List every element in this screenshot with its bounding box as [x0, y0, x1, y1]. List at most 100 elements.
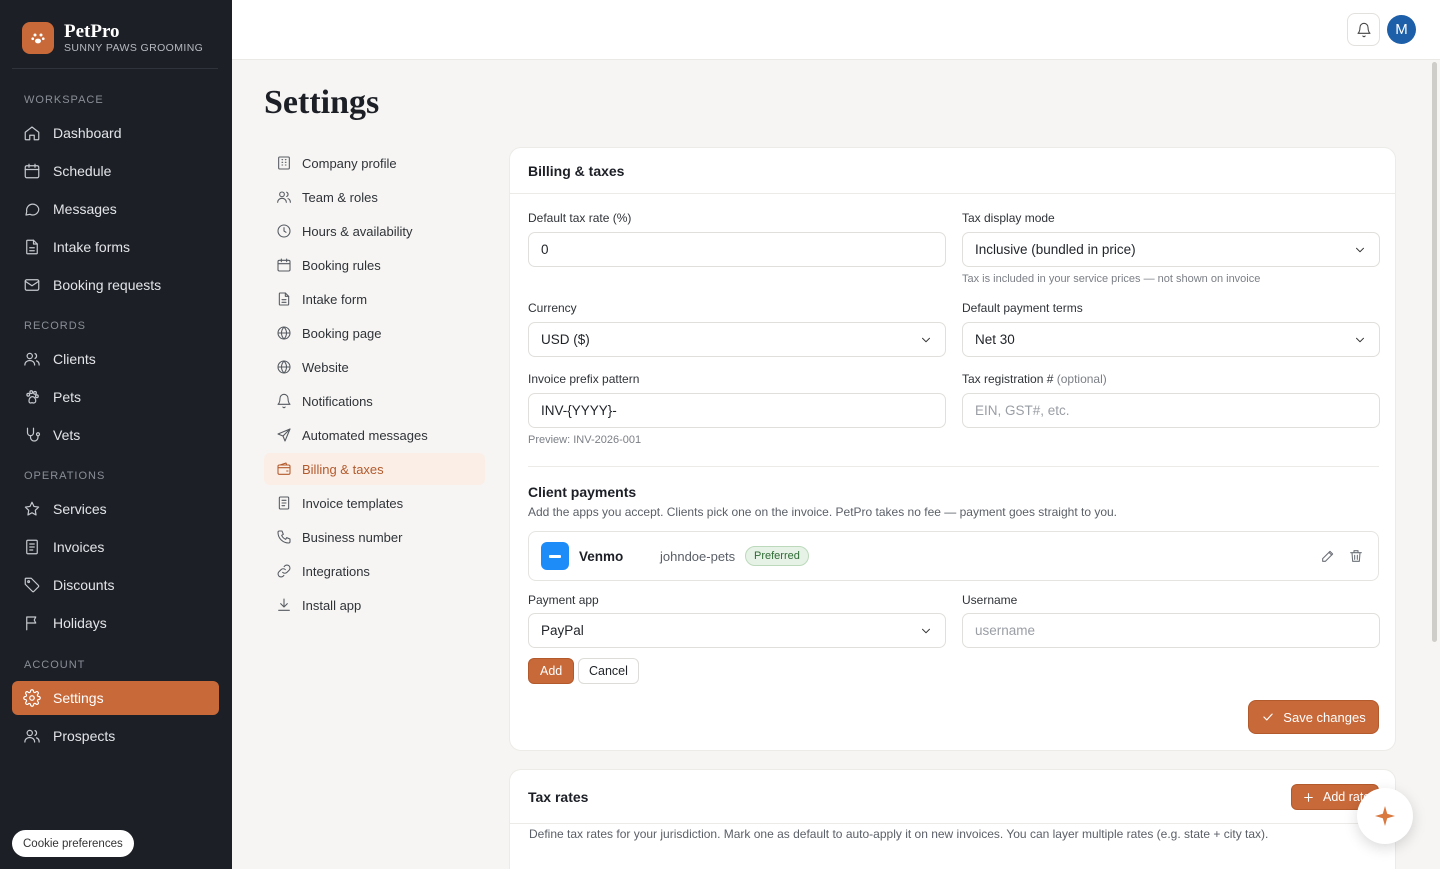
save-changes-button[interactable]: Save changes	[1248, 700, 1379, 734]
currency-label: Currency	[528, 301, 577, 315]
currency-value: USD ($)	[541, 332, 590, 347]
tax-display-select[interactable]: Inclusive (bundled in price)	[962, 232, 1380, 267]
section-divider	[528, 466, 1379, 467]
edit-icon[interactable]	[1320, 548, 1336, 564]
payment-method-name: Venmo	[579, 549, 624, 564]
sidebar-item-clients[interactable]: Clients	[12, 342, 219, 376]
sidebar-item-label: Clients	[53, 351, 96, 367]
settings-nav-label: Booking page	[302, 325, 382, 341]
billing-taxes-card: Billing & taxes Default tax rate (%) Tax…	[509, 147, 1396, 751]
sidebar-item-label: Messages	[53, 201, 117, 217]
sidebar-item-services[interactable]: Services	[12, 492, 219, 526]
sidebar-item-label: Pets	[53, 389, 82, 405]
currency-select[interactable]: USD ($)	[528, 322, 946, 357]
chevron-down-icon	[1356, 337, 1364, 343]
tax-display-label: Tax display mode	[962, 211, 1055, 225]
brand[interactable]: PetPro SUNNY PAWS GROOMING	[22, 22, 203, 54]
settings-nav-label: Business number	[302, 529, 403, 545]
avatar[interactable]: M	[1387, 15, 1416, 44]
chevron-down-icon	[922, 337, 930, 343]
sidebar-item-label: Booking requests	[53, 277, 162, 293]
link-icon	[277, 564, 291, 578]
sidebar-item-holidays[interactable]: Holidays	[12, 606, 219, 640]
settings-nav-label: Integrations	[302, 563, 370, 579]
settings-nav-invoice-templates[interactable]: Invoice templates	[264, 487, 485, 519]
invoice-prefix-input[interactable]	[528, 393, 946, 428]
sidebar-item-intake-forms[interactable]: Intake forms	[12, 230, 219, 264]
settings-nav-company-profile[interactable]: Company profile	[264, 147, 485, 179]
payment-terms-select[interactable]: Net 30	[962, 322, 1380, 357]
payment-app-select[interactable]: PayPal	[528, 613, 946, 648]
sidebar-item-booking-requests[interactable]: Booking requests	[12, 268, 219, 302]
cookie-preferences-button[interactable]: Cookie preferences	[12, 830, 134, 857]
settings-nav-automated-messages[interactable]: Automated messages	[264, 419, 485, 451]
sparkle-icon	[1375, 806, 1395, 826]
settings-nav-booking-rules[interactable]: Booking rules	[264, 249, 485, 281]
tag-icon	[24, 577, 40, 593]
receipt-icon	[26, 539, 38, 555]
sidebar-item-label: Dashboard	[53, 125, 122, 141]
payment-terms-value: Net 30	[975, 332, 1015, 347]
sidebar-item-schedule[interactable]: Schedule	[12, 154, 219, 188]
bell-icon	[277, 393, 291, 409]
calendar-icon	[277, 258, 291, 272]
tax-rate-label: Default tax rate (%)	[528, 211, 632, 225]
sidebar-item-vets[interactable]: Vets	[12, 418, 219, 452]
sidebar-item-messages[interactable]: Messages	[12, 192, 219, 226]
settings-nav-notifications[interactable]: Notifications	[264, 385, 485, 417]
sidebar-item-settings[interactable]: Settings	[12, 681, 219, 715]
card-title: Billing & taxes	[510, 148, 1395, 194]
trash-icon[interactable]	[1348, 548, 1364, 564]
section-label-account: ACCOUNT	[24, 659, 86, 671]
settings-nav-label: Website	[302, 359, 349, 375]
sidebar-item-pets[interactable]: Pets	[12, 380, 219, 414]
document-icon	[26, 239, 38, 255]
chat-icon	[25, 203, 40, 216]
username-input[interactable]	[962, 613, 1380, 648]
sidebar-item-dashboard[interactable]: Dashboard	[12, 116, 219, 150]
settings-nav-business-number[interactable]: Business number	[264, 521, 485, 553]
settings-nav-integrations[interactable]: Integrations	[264, 555, 485, 587]
settings-nav-billing-taxes[interactable]: Billing & taxes	[264, 453, 485, 485]
username-label: Username	[962, 593, 1018, 607]
sidebar-item-invoices[interactable]: Invoices	[12, 530, 219, 564]
sidebar-item-label: Schedule	[53, 163, 112, 179]
settings-nav-label: Booking rules	[302, 257, 381, 273]
cancel-button[interactable]: Cancel	[578, 658, 639, 684]
users-icon	[24, 729, 40, 743]
globe-icon	[277, 326, 291, 340]
home-icon	[24, 126, 40, 141]
sidebar-item-label: Vets	[53, 427, 81, 443]
settings-nav-booking-page[interactable]: Booking page	[264, 317, 485, 349]
tax-registration-label-text: Tax registration #	[962, 372, 1054, 386]
settings-nav-label: Invoice templates	[302, 495, 404, 511]
paw-icon	[26, 390, 39, 404]
payment-method-username: johndoe-pets	[660, 549, 736, 564]
card-title: Tax rates	[510, 770, 1395, 824]
tax-rate-input[interactable]	[528, 232, 946, 267]
preferred-badge: Preferred	[745, 546, 809, 566]
add-payment-button[interactable]: Add	[528, 658, 575, 684]
sidebar-item-label: Discounts	[53, 577, 115, 593]
topbar: M	[232, 0, 1440, 60]
tax-registration-input[interactable]	[962, 393, 1380, 428]
sidebar-item-prospects[interactable]: Prospects	[12, 719, 219, 753]
settings-nav-label: Team & roles	[302, 189, 378, 205]
settings-nav-install-app[interactable]: Install app	[264, 589, 485, 621]
settings-nav-label: Hours & availability	[302, 223, 413, 239]
invoice-prefix-preview: Preview: INV-2026-001	[528, 434, 642, 446]
invoice-prefix-label: Invoice prefix pattern	[528, 372, 640, 386]
users-icon	[277, 191, 291, 203]
section-label-records: RECORDS	[24, 320, 87, 332]
settings-nav-team-roles[interactable]: Team & roles	[264, 181, 485, 213]
wallet-icon	[277, 462, 291, 475]
notifications-button[interactable]	[1347, 13, 1380, 46]
settings-nav-intake-form[interactable]: Intake form	[264, 283, 485, 315]
settings-nav-hours-availability[interactable]: Hours & availability	[264, 215, 485, 247]
send-icon	[277, 428, 291, 442]
ai-assistant-button[interactable]	[1357, 788, 1413, 844]
settings-nav-website[interactable]: Website	[264, 351, 485, 383]
page-scrollbar[interactable]	[1432, 62, 1437, 642]
sidebar-item-discounts[interactable]: Discounts	[12, 568, 219, 602]
sidebar-item-label: Invoices	[53, 539, 105, 555]
